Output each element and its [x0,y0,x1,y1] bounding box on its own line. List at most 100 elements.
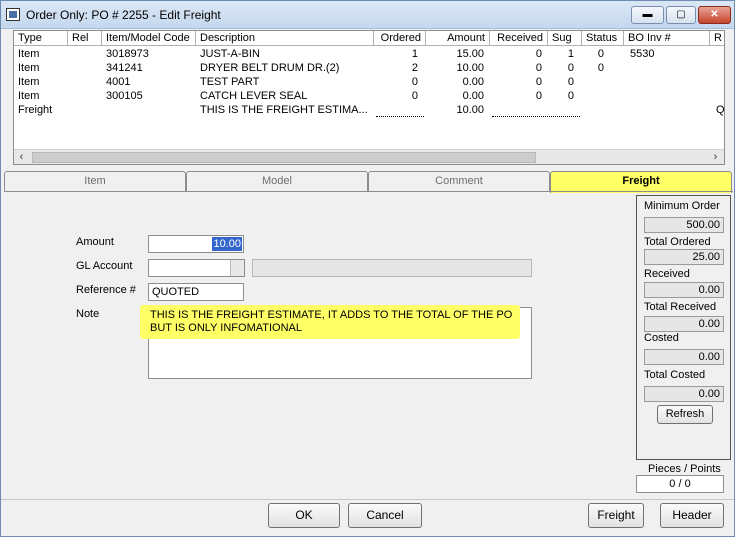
col-description[interactable]: Description [196,31,374,46]
received-label: Received [644,268,690,280]
cell-amount: 10.00 [456,62,484,74]
scroll-thumb[interactable] [32,152,536,163]
cell-item-code: 341241 [106,62,143,74]
cell-r: Q [716,104,724,116]
scroll-left-icon[interactable]: ‹ [14,150,29,165]
cell-sug: 0 [567,76,574,88]
reference-field[interactable]: QUOTED [148,283,244,301]
table-row[interactable]: Item 4001 TEST PART 0 0.00 0 0 [14,75,724,89]
cell-type: Freight [18,104,53,116]
cell-amount: 0.00 [462,76,484,88]
amount-label: Amount [76,236,114,248]
col-r[interactable]: R [710,31,724,46]
title-bar[interactable]: Order Only: PO # 2255 - Edit Freight ▬ ▢… [1,1,734,29]
note-line-1: THIS IS THE FREIGHT ESTIMATE, IT ADDS TO… [150,309,513,321]
note-line-2: BUT IS ONLY INFOMATIONAL [150,322,302,334]
total-costed-value: 0.00 [644,386,724,402]
tab-divider [4,191,733,192]
cell-ordered: 1 [411,48,418,60]
cell-sug: 0 [567,62,574,74]
scroll-right-icon[interactable]: › [708,150,723,165]
cell-ordered: 0 [411,76,418,88]
cell-received: 0 [535,76,542,88]
cancel-button[interactable]: Cancel [348,503,422,528]
col-status[interactable]: Status [582,31,624,46]
note-label: Note [76,308,100,320]
header-button[interactable]: Header [660,503,724,528]
cell-bo-inv: 5530 [630,48,655,60]
cell-type: Item [18,62,40,74]
cell-type: Item [18,48,40,60]
col-received[interactable]: Received [490,31,548,46]
col-ordered[interactable]: Ordered [374,31,426,46]
ok-button[interactable]: OK [268,503,340,528]
total-ordered-value: 25.00 [644,249,724,265]
minimize-button[interactable]: ▬ [631,6,664,24]
minimum-order-value: 500.00 [644,217,724,233]
maximize-button[interactable]: ▢ [666,6,696,24]
cell-type: Item [18,76,40,88]
refresh-button[interactable]: Refresh [657,405,713,424]
tab-comment[interactable]: Comment [368,171,550,192]
col-type[interactable]: Type [14,31,68,46]
cell-sug: 0 [567,90,574,102]
window-title: Order Only: PO # 2255 - Edit Freight [26,8,221,22]
cell-received: 0 [535,48,542,60]
cell-amount: 15.00 [456,48,484,60]
tab-freight[interactable]: Freight [550,171,732,193]
col-amount[interactable]: Amount [426,31,490,46]
cell-ordered: 2 [411,62,418,74]
freight-button[interactable]: Freight [588,503,644,528]
edit-freight-window: Order Only: PO # 2255 - Edit Freight ▬ ▢… [0,0,735,537]
col-item-model-code[interactable]: Item/Model Code [102,31,196,46]
detail-tabs: Item Model Comment Freight [4,171,733,193]
cell-amount: 0.00 [462,90,484,102]
close-button[interactable]: ✕ [698,6,731,24]
cell-description: DRYER BELT DRUM DR.(2) [200,62,340,74]
horizontal-scrollbar[interactable]: ‹ › [14,149,724,164]
cell-description: TEST PART [200,76,260,88]
totals-panel: Minimum Order 500.00 Total Ordered 25.00… [636,195,731,460]
pieces-points-value: 0 / 0 [636,475,724,493]
reference-label: Reference # [76,284,136,296]
col-bo-inv[interactable]: BO Inv # [624,31,710,46]
minimize-icon: ▬ [642,9,653,20]
table-row[interactable]: Freight THIS IS THE FREIGHT ESTIMA... 10… [14,103,724,117]
footer-divider [1,499,734,500]
cell-ordered: 0 [411,90,418,102]
note-text[interactable]: THIS IS THE FREIGHT ESTIMATE, IT ADDS TO… [140,305,520,339]
cell-status: 0 [597,62,604,74]
total-received-label: Total Received [644,301,717,313]
cell-ordered [376,103,424,117]
col-rel[interactable]: Rel [68,31,102,46]
table-row[interactable]: Item 3018973 JUST-A-BIN 1 15.00 0 1 0 55… [14,47,724,61]
costed-label: Costed [644,332,679,344]
cell-item-code: 4001 [106,76,131,88]
grid-header: Type Rel Item/Model Code Description Ord… [14,31,724,46]
table-row[interactable]: Item 300105 CATCH LEVER SEAL 0 0.00 0 0 [14,89,724,103]
app-icon [6,8,20,21]
amount-field[interactable]: 10.00 [148,235,244,253]
order-lines-grid[interactable]: Type Rel Item/Model Code Description Ord… [13,30,725,165]
cell-description: THIS IS THE FREIGHT ESTIMA... [200,104,368,116]
table-row[interactable]: Item 341241 DRYER BELT DRUM DR.(2) 2 10.… [14,61,724,75]
gl-account-dropdown-icon[interactable] [230,260,244,276]
tab-item[interactable]: Item [4,171,186,192]
gl-account-label: GL Account [76,260,133,272]
tab-model[interactable]: Model [186,171,368,192]
gl-account-description [252,259,532,277]
cell-description: JUST-A-BIN [200,48,260,60]
cell-received: 0 [535,62,542,74]
total-costed-label: Total Costed [644,369,706,381]
amount-value: 10.00 [212,237,242,251]
cell-description: CATCH LEVER SEAL [200,90,308,102]
total-ordered-label: Total Ordered [644,236,711,248]
close-icon: ✕ [710,9,719,20]
col-sug[interactable]: Sug [548,31,582,46]
cell-type: Item [18,90,40,102]
cell-item-code: 3018973 [106,48,149,60]
cell-received: 0 [535,90,542,102]
pieces-points-label: Pieces / Points [648,463,721,475]
cell-status: 0 [597,48,604,60]
minimum-order-label: Minimum Order [644,200,720,212]
